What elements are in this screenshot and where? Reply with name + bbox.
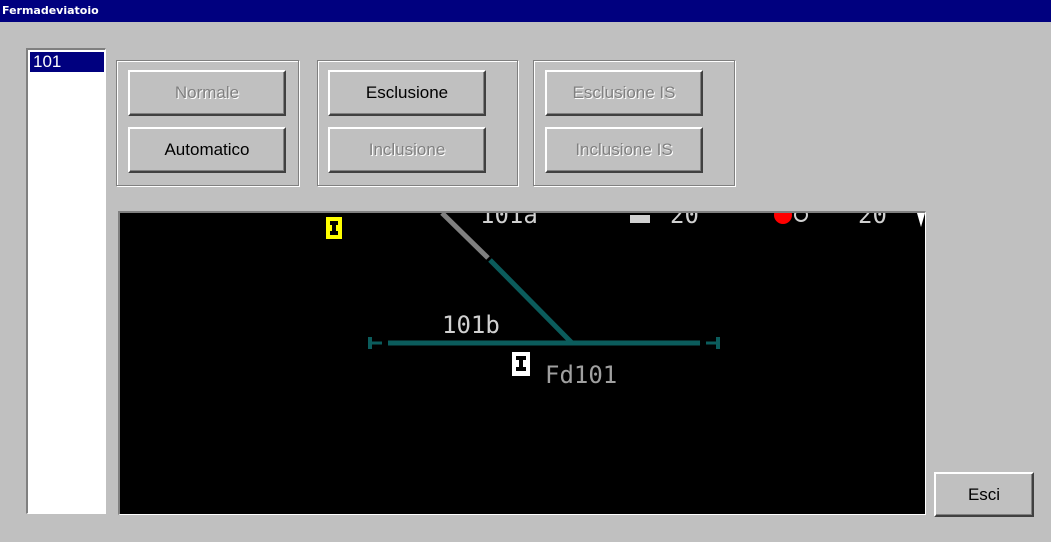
esci-button[interactable]: Esci <box>934 472 1034 517</box>
esclusione-is-button[interactable]: Esclusione IS <box>545 70 703 116</box>
title-bar: Fermadeviatoio <box>0 0 1051 22</box>
inclusione-button[interactable]: Inclusione <box>328 127 486 173</box>
label-101b: 101b <box>442 311 500 339</box>
track-diagram: 101a 20 20 101b Fd101 <box>118 211 926 515</box>
label-right-2: 20 <box>858 213 887 229</box>
automatico-button[interactable]: Automatico <box>128 127 286 173</box>
label-fd101: Fd101 <box>545 361 617 389</box>
track-block-icon <box>630 215 650 223</box>
arrow-marker-icon <box>917 213 925 227</box>
red-signal-icon <box>774 213 792 224</box>
normale-button[interactable]: Normale <box>128 70 286 116</box>
track-diagonal-101b <box>488 258 574 345</box>
list-item-selected[interactable]: 101 <box>30 52 104 72</box>
inclusione-is-button[interactable]: Inclusione IS <box>545 127 703 173</box>
window-title: Fermadeviatoio <box>2 4 99 17</box>
signal-ring-icon <box>794 213 808 222</box>
track-diagram-svg: 101a 20 20 101b Fd101 <box>326 213 925 389</box>
switch-listbox[interactable]: 101 <box>26 48 106 514</box>
label-101a: 101a <box>480 213 538 229</box>
label-right-1: 20 <box>670 213 699 229</box>
esclusione-button[interactable]: Esclusione <box>328 70 486 116</box>
